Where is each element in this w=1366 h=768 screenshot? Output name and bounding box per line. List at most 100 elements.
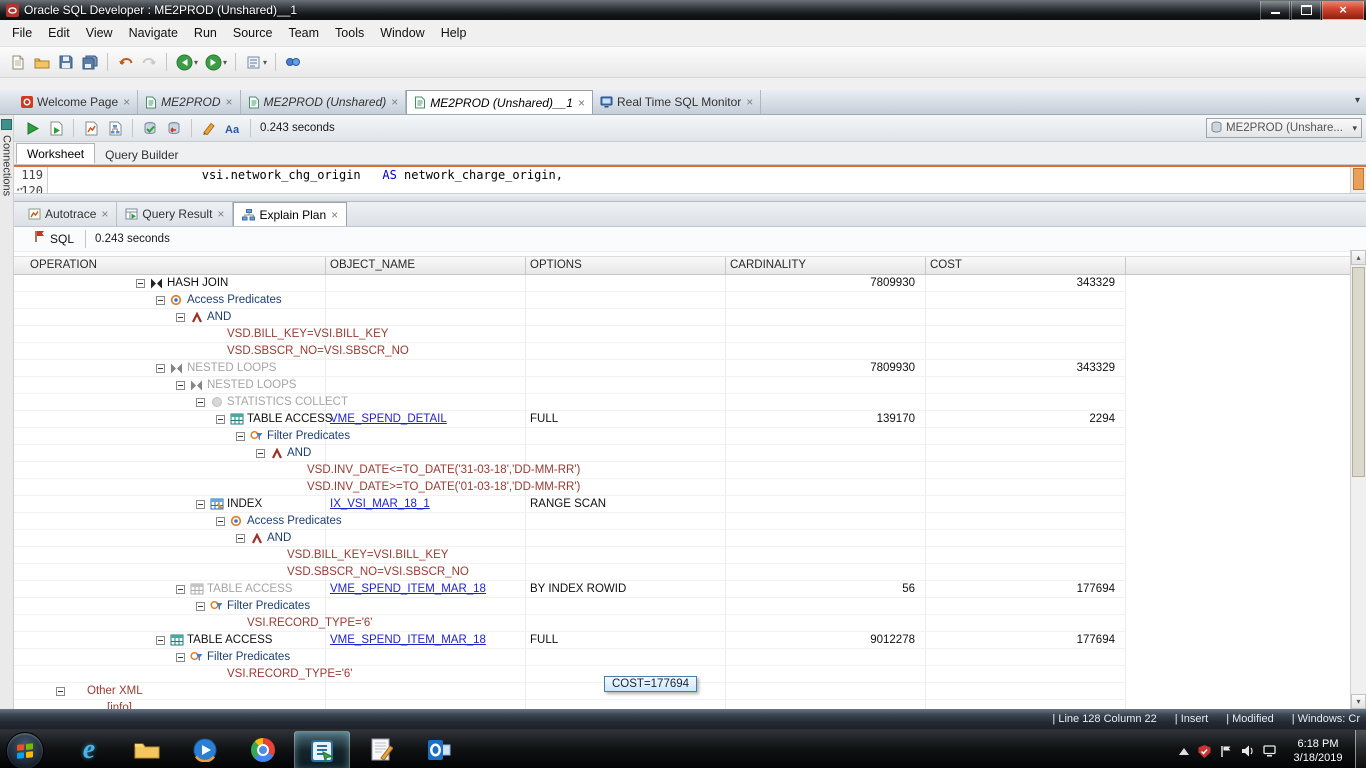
taskbar-chrome[interactable] — [236, 731, 290, 768]
explain-plan-button[interactable] — [103, 117, 127, 139]
plan-row[interactable]: VSI.RECORD_TYPE='6' — [14, 615, 1366, 632]
action-center-icon[interactable] — [1220, 745, 1232, 757]
tab-query-builder[interactable]: Query Builder — [95, 145, 188, 164]
start-button[interactable] — [6, 732, 44, 768]
commit-button[interactable] — [138, 117, 162, 139]
connection-selector[interactable]: ME2PROD (Unshare... ▾ — [1206, 118, 1362, 138]
menu-source[interactable]: Source — [225, 23, 281, 43]
sql-editor[interactable]: 119 120 ▴▾ vsi.network_chg_origin AS net… — [14, 167, 1366, 193]
object-name-link[interactable]: VME_SPEND_ITEM_MAR_18 — [330, 634, 486, 646]
save-all-button[interactable] — [78, 51, 102, 73]
tree-collapse-icon[interactable] — [236, 533, 245, 543]
tree-collapse-icon[interactable] — [176, 652, 185, 662]
close-button[interactable]: × — [1322, 0, 1364, 20]
plan-row[interactable]: VSD.INV_DATE>=TO_DATE('01-03-18','DD-MM-… — [14, 479, 1366, 496]
plan-row[interactable]: TABLE ACCESS VME_SPEND_ITEM_MAR_18 FULL 901… — [14, 632, 1366, 649]
menu-run[interactable]: Run — [186, 23, 225, 43]
menu-edit[interactable]: Edit — [40, 23, 78, 43]
tab-explain-plan[interactable]: Explain Plan × — [233, 202, 348, 226]
tree-collapse-icon[interactable] — [196, 499, 205, 509]
new-file-button[interactable] — [6, 51, 30, 73]
to-uppercase-button[interactable]: Aa — [221, 117, 245, 139]
taskbar-internet-explorer[interactable]: e — [62, 731, 116, 768]
taskbar-text-editor[interactable] — [354, 731, 408, 768]
taskbar-windows-explorer[interactable] — [120, 731, 174, 768]
column-header-object-name[interactable]: OBJECT_NAME — [326, 257, 526, 274]
tab-me2prod-unshared[interactable]: ME2PROD (Unshared) × — [241, 90, 407, 114]
splitter-handle[interactable] — [14, 193, 1366, 202]
column-header-cardinality[interactable]: CARDINALITY — [726, 257, 926, 274]
autotrace-button[interactable] — [79, 117, 103, 139]
tree-collapse-icon[interactable] — [216, 516, 225, 526]
plan-row[interactable]: AND — [14, 530, 1366, 547]
plan-row[interactable]: NESTED LOOPS — [14, 377, 1366, 394]
navigate-forward-button[interactable] — [201, 51, 225, 73]
tree-collapse-icon[interactable] — [236, 431, 245, 441]
plan-row[interactable]: TABLE ACCESS VME_SPEND_ITEM_MAR_18 BY INDE… — [14, 581, 1366, 598]
close-tab-icon[interactable]: × — [331, 209, 338, 221]
tab-query-result[interactable]: Query Result × — [117, 202, 234, 226]
column-header-operation[interactable]: OPERATION — [14, 257, 326, 274]
menu-window[interactable]: Window — [372, 23, 432, 43]
worksheet-button[interactable] — [241, 51, 265, 73]
plan-row[interactable]: VSD.INV_DATE<=TO_DATE('31-03-18','DD-MM-… — [14, 462, 1366, 479]
plan-row[interactable]: INDEX IX_VSI_MAR_18_1 RANGE SCAN — [14, 496, 1366, 513]
save-button[interactable] — [54, 51, 78, 73]
tree-collapse-icon[interactable] — [56, 686, 65, 696]
plan-row[interactable]: AND — [14, 445, 1366, 462]
plan-row[interactable]: VSD.BILL_KEY=VSI.BILL_KEY — [14, 326, 1366, 343]
plan-row[interactable]: Access Predicates — [14, 292, 1366, 309]
object-name-link[interactable]: VME_SPEND_ITEM_MAR_18 — [330, 583, 486, 595]
tree-collapse-icon[interactable] — [176, 312, 185, 322]
rollback-button[interactable] — [162, 117, 186, 139]
scrollbar-thumb[interactable] — [1352, 267, 1365, 477]
tab-me2prod-unshared-1[interactable]: ME2PROD (Unshared)__1 × — [406, 90, 593, 114]
close-tab-icon[interactable]: × — [746, 96, 753, 108]
taskbar-sql-developer[interactable] — [294, 731, 350, 768]
plan-row[interactable]: STATISTICS COLLECT — [14, 394, 1366, 411]
gutter-scroll-arrows-icon[interactable]: ▴▾ — [16, 185, 24, 193]
editor-scrollbar[interactable] — [1350, 167, 1366, 193]
plan-row[interactable]: VSD.BILL_KEY=VSI.BILL_KEY — [14, 547, 1366, 564]
plan-scrollbar[interactable]: ▴ ▾ — [1350, 250, 1366, 709]
menu-file[interactable]: File — [4, 23, 40, 43]
taskbar-clock[interactable]: 6:18 PM 3/18/2019 — [1285, 737, 1351, 765]
tree-collapse-icon[interactable] — [156, 295, 165, 305]
close-tab-icon[interactable]: × — [578, 97, 585, 109]
tree-collapse-icon[interactable] — [136, 278, 145, 288]
network-icon[interactable] — [1263, 745, 1276, 757]
editor-scrollbar-thumb[interactable] — [1353, 168, 1364, 190]
show-desktop-button[interactable] — [1355, 730, 1366, 768]
connections-panel-collapsed[interactable]: Connections — [0, 115, 14, 709]
plan-row[interactable]: Access Predicates — [14, 513, 1366, 530]
run-statement-button[interactable] — [20, 117, 44, 139]
scroll-up-icon[interactable]: ▴ — [1351, 250, 1366, 265]
tree-collapse-icon[interactable] — [176, 584, 185, 594]
column-header-options[interactable]: OPTIONS — [526, 257, 726, 274]
reports-button[interactable] — [281, 51, 305, 73]
close-tab-icon[interactable]: × — [391, 96, 398, 108]
minimize-button[interactable] — [1260, 0, 1290, 20]
run-script-button[interactable] — [44, 117, 68, 139]
navigate-back-button[interactable] — [172, 51, 196, 73]
antivirus-icon[interactable] — [1198, 744, 1211, 758]
close-tab-icon[interactable]: × — [101, 208, 108, 220]
tab-worksheet[interactable]: Worksheet — [16, 143, 96, 164]
plan-row[interactable]: Filter Predicates — [14, 428, 1366, 445]
tab-list-dropdown-icon[interactable]: ▾ — [1355, 95, 1360, 106]
menu-navigate[interactable]: Navigate — [121, 23, 186, 43]
object-name-link[interactable]: VME_SPEND_DETAIL — [330, 413, 447, 425]
menu-view[interactable]: View — [78, 23, 121, 43]
close-tab-icon[interactable]: × — [226, 96, 233, 108]
plan-row[interactable]: VSD.SBSCR_NO=VSI.SBSCR_NO — [14, 343, 1366, 360]
tree-collapse-icon[interactable] — [216, 414, 225, 424]
maximize-button[interactable] — [1291, 0, 1321, 20]
menu-team[interactable]: Team — [280, 23, 327, 43]
plan-row[interactable]: Filter Predicates — [14, 649, 1366, 666]
tree-collapse-icon[interactable] — [156, 635, 165, 645]
close-tab-icon[interactable]: × — [123, 96, 130, 108]
navigate-back-dropdown-icon[interactable]: ▾ — [194, 58, 198, 67]
plan-row[interactable]: VSD.SBSCR_NO=VSI.SBSCR_NO — [14, 564, 1366, 581]
menu-tools[interactable]: Tools — [327, 23, 372, 43]
tab-real-time-sql-monitor[interactable]: Real Time SQL Monitor × — [593, 90, 762, 114]
